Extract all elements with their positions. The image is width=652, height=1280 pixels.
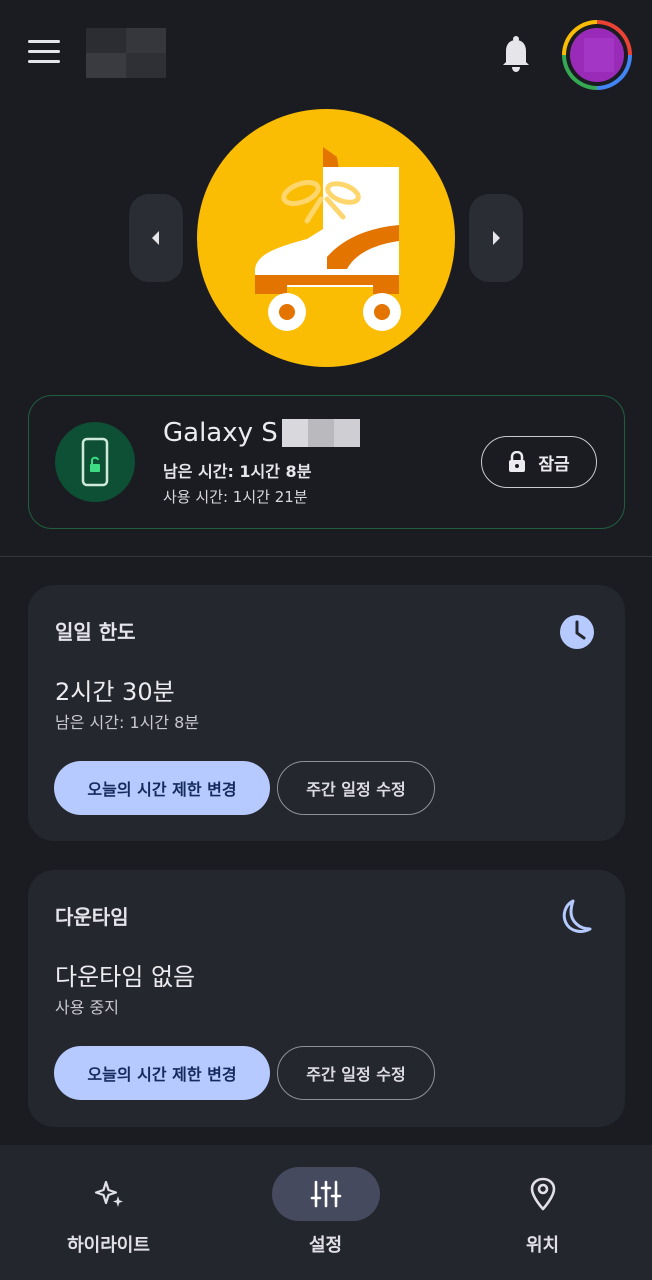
nav-item-highlights[interactable]: 하이라이트: [0, 1145, 217, 1280]
nav-label-settings: 설정: [308, 1235, 343, 1256]
downtime-status: 사용 중지: [55, 998, 119, 1017]
lock-icon: [509, 451, 526, 472]
nav-item-settings[interactable]: 설정: [217, 1145, 434, 1280]
menu-icon[interactable]: [28, 40, 66, 68]
device-remaining-time: 남은 시간: 1시간 8분: [163, 462, 312, 481]
next-button[interactable]: [469, 194, 523, 282]
chevron-left-icon: [152, 231, 159, 245]
clock-icon: [557, 612, 597, 652]
divider: [0, 556, 652, 557]
profile-illustration: [197, 109, 455, 367]
nav-item-location[interactable]: 위치: [434, 1145, 651, 1280]
phone-unlocked-icon: [81, 437, 109, 487]
lock-label: 잠금: [538, 454, 570, 475]
daily-limit-title: 일일 한도: [55, 620, 136, 644]
edit-weekly-schedule-button[interactable]: 주간 일정 수정: [277, 761, 435, 815]
sparkle-icon: [55, 1167, 163, 1221]
app-title-redacted: [86, 28, 166, 78]
device-status-badge: [55, 422, 135, 502]
downtime-title: 다운타임: [55, 905, 129, 929]
device-name: Galaxy S: [163, 418, 360, 448]
sliders-icon: [271, 1167, 380, 1221]
account-avatar[interactable]: [562, 20, 632, 90]
previous-button[interactable]: [129, 194, 183, 282]
chevron-right-icon: [493, 231, 500, 245]
daily-limit-remaining: 남은 시간: 1시간 8분: [55, 713, 200, 732]
daily-limit-value: 2시간 30분: [55, 678, 175, 706]
roller-skate-icon: [255, 147, 401, 331]
downtime-value: 다운타임 없음: [55, 963, 196, 991]
downtime-change-today-limit-button[interactable]: 오늘의 시간 제한 변경: [54, 1046, 270, 1100]
device-name-redacted: [281, 419, 360, 447]
bell-icon[interactable]: [498, 34, 534, 74]
nav-label-location: 위치: [525, 1235, 560, 1256]
location-pin-icon: [489, 1167, 597, 1221]
downtime-edit-weekly-schedule-button[interactable]: 주간 일정 수정: [277, 1046, 435, 1100]
moon-icon: [557, 897, 597, 937]
change-today-limit-button[interactable]: 오늘의 시간 제한 변경: [54, 761, 270, 815]
lock-button[interactable]: 잠금: [481, 436, 597, 488]
device-used-time: 사용 시간: 1시간 21분: [163, 488, 308, 506]
nav-label-highlights: 하이라이트: [67, 1235, 150, 1256]
